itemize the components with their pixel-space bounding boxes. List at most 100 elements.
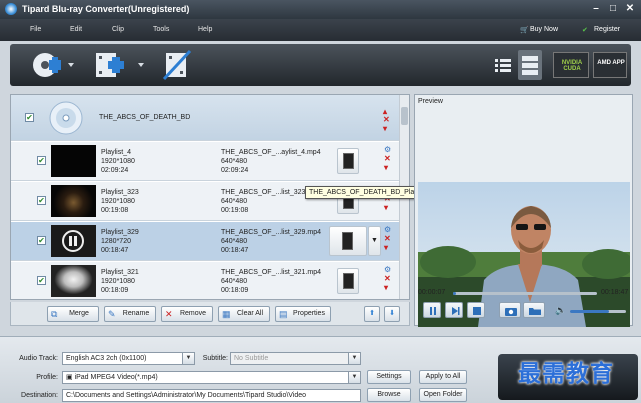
settings-button[interactable]: Settings	[367, 370, 411, 384]
list-view-button[interactable]	[493, 50, 513, 80]
down-arrow-icon[interactable]: ▾	[384, 244, 388, 252]
add-file-button[interactable]	[94, 50, 144, 80]
disc-title: THE_ABCS_OF_DEATH_BD	[99, 114, 191, 121]
output-resolution: 640*480	[221, 238, 248, 245]
item-duration: 00:18:47	[101, 247, 129, 254]
item-duration: 00:19:08	[101, 207, 129, 214]
pause-icon	[62, 230, 84, 252]
edit-video-button[interactable]	[160, 49, 194, 81]
open-folder-button[interactable]: Open Folder	[419, 388, 467, 402]
current-time: 00:00:07	[418, 289, 446, 296]
folder-icon	[529, 308, 541, 315]
video-thumbnail	[51, 225, 96, 257]
video-thumbnail	[51, 265, 96, 297]
minimize-button[interactable]: –	[589, 3, 603, 15]
subtitle-value: No Subtitle	[234, 355, 269, 362]
output-duration: 00:19:08	[221, 207, 249, 214]
device-ipad-icon[interactable]	[329, 226, 367, 256]
disc-remove-icon[interactable]: ✕	[383, 116, 390, 124]
profile-label: Profile:	[36, 374, 58, 381]
remove-icon[interactable]: ✕	[384, 235, 391, 243]
profile-select[interactable]: ▣ iPad MPEG4 Video(*.mp4) ▼	[62, 371, 361, 384]
item-resolution: 1920*1080	[101, 158, 135, 165]
menu-bar: File Edit Clip Tools Help 🛒 Buy Now ✔ Re…	[0, 19, 641, 41]
stop-icon	[473, 307, 481, 315]
rename-button[interactable]: ✎ Rename	[104, 306, 156, 322]
item-checkbox[interactable]: ✔	[37, 276, 46, 285]
register-link[interactable]: Register	[594, 26, 620, 33]
disc-down-icon[interactable]: ▾	[383, 125, 387, 133]
move-up-button[interactable]: ⬆	[364, 306, 380, 322]
down-arrow-icon[interactable]: ▾	[384, 204, 388, 212]
volume-icon[interactable]: 🔈	[555, 305, 566, 316]
audio-track-select[interactable]: English AC3 2ch (0x1100) ▼	[62, 352, 195, 365]
list-item-selected[interactable]: ✔ Playlist_329 1280*720 00:18:47 THE_ABC…	[11, 222, 400, 261]
properties-button[interactable]: ▤ Properties	[275, 306, 331, 322]
item-name: Playlist_4	[101, 149, 131, 156]
gear-icon[interactable]: ⚙	[384, 146, 391, 154]
output-duration: 00:18:47	[221, 247, 249, 254]
clear-all-icon: ▦	[222, 309, 231, 319]
list-view-icon	[495, 59, 511, 72]
device-ipad-icon[interactable]	[337, 148, 359, 174]
device-ipad-icon[interactable]	[337, 268, 359, 294]
profile-value: iPad MPEG4 Video(*.mp4)	[74, 374, 158, 381]
load-disc-button[interactable]	[32, 50, 74, 80]
rename-label: Rename	[122, 310, 150, 317]
next-frame-button[interactable]	[445, 302, 463, 318]
browse-button[interactable]: Browse	[367, 388, 411, 402]
menu-help[interactable]: Help	[198, 26, 212, 33]
down-arrow-icon[interactable]: ▾	[384, 164, 388, 172]
remove-icon[interactable]: ✕	[384, 155, 391, 163]
item-checkbox[interactable]: ✔	[37, 236, 46, 245]
bluray-disc-icon	[49, 101, 83, 135]
item-checkbox[interactable]: ✔	[37, 196, 46, 205]
detail-view-icon	[522, 56, 538, 75]
remove-button[interactable]: ✕ Remove	[161, 306, 213, 322]
disc-row[interactable]: ✔ THE_ABCS_OF_DEATH_BD ▴ ✕ ▾	[11, 95, 400, 141]
stop-button[interactable]	[467, 302, 485, 318]
title-bar: Tipard Blu-ray Converter(Unregistered) –…	[0, 0, 641, 19]
device-dropdown-icon[interactable]: ▼	[368, 226, 381, 256]
volume-slider[interactable]	[570, 310, 626, 313]
close-button[interactable]: ✕	[623, 3, 637, 15]
menu-file[interactable]: File	[30, 26, 41, 33]
buy-now-link[interactable]: Buy Now	[530, 26, 558, 33]
destination-input[interactable]: C:\Documents and Settings\Administrator\…	[62, 389, 361, 402]
item-name: Playlist_321	[101, 269, 139, 276]
move-down-button[interactable]: ⬇	[384, 306, 400, 322]
open-snapshot-folder-button[interactable]	[523, 302, 545, 318]
disc-checkbox[interactable]: ✔	[25, 113, 34, 122]
list-item[interactable]: ✔ Playlist_321 1920*1080 00:18:09 THE_AB…	[11, 262, 400, 299]
list-item[interactable]: ✔ Playlist_4 1920*1080 02:09:24 THE_ABCS…	[11, 142, 400, 181]
camera-icon	[505, 308, 517, 316]
merge-button[interactable]: ⧉ Merge	[47, 306, 99, 322]
menu-tools[interactable]: Tools	[153, 26, 169, 33]
clear-all-button[interactable]: ▦ Clear All	[218, 306, 270, 322]
detail-view-button[interactable]	[518, 50, 542, 80]
item-name: Playlist_329	[101, 229, 139, 236]
output-duration: 02:09:24	[221, 167, 249, 174]
menu-edit[interactable]: Edit	[70, 26, 82, 33]
item-checkbox[interactable]: ✔	[37, 156, 46, 165]
apply-to-all-button[interactable]: Apply to All	[419, 370, 467, 384]
pause-button[interactable]	[423, 302, 441, 318]
output-name: THE_ABCS_OF_...list_321.mp4	[221, 269, 321, 276]
gear-icon[interactable]: ⚙	[384, 266, 391, 274]
down-arrow-icon[interactable]: ▾	[384, 284, 388, 292]
seek-bar[interactable]	[453, 292, 597, 295]
menu-clip[interactable]: Clip	[112, 26, 124, 33]
app-logo-icon	[5, 3, 17, 15]
film-edit-icon	[162, 49, 192, 81]
video-thumbnail	[51, 185, 96, 217]
video-thumbnail	[51, 145, 96, 177]
total-time: 00:18:47	[601, 289, 629, 296]
output-duration: 00:18:09	[221, 287, 249, 294]
remove-icon[interactable]: ✕	[384, 275, 391, 283]
snapshot-button[interactable]	[499, 302, 521, 318]
scrollbar-thumb[interactable]	[401, 107, 408, 125]
clear-all-label: Clear All	[236, 310, 264, 317]
subtitle-select[interactable]: No Subtitle ▼	[230, 352, 361, 365]
maximize-button[interactable]: □	[606, 3, 620, 15]
gear-icon[interactable]: ⚙	[384, 226, 391, 234]
